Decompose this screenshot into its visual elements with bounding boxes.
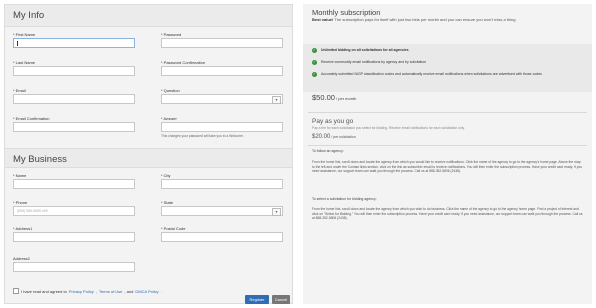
first-name-group: * First Name — [13, 32, 135, 48]
password-confirm-group: * Password Confirmation — [161, 60, 283, 76]
postal-code-group: * Postal Code — [161, 226, 283, 242]
city-input[interactable] — [161, 179, 283, 189]
answer-group: * Answer This changes your password will… — [161, 116, 283, 138]
check-circle-icon: ✓ — [312, 60, 317, 65]
divider — [308, 145, 587, 146]
email-confirm-input[interactable] — [13, 122, 135, 132]
email-input[interactable] — [13, 94, 135, 104]
pay-as-you-go-price: $20.00 / per solicitation — [312, 134, 356, 140]
chevron-down-icon: ▾ — [272, 96, 281, 104]
email-group: * Email — [13, 88, 135, 104]
pay-price-amount: $20.00 — [312, 134, 331, 140]
feature-list: ✓ Unlimited bidding on all solicitations… — [303, 44, 592, 92]
follow-agency-text: From the home link, scroll down and loca… — [312, 160, 583, 174]
password-group: * Password — [161, 32, 283, 48]
terms-of-use-link[interactable]: Terms of Use — [99, 289, 123, 294]
check-circle-icon: ✓ — [312, 72, 317, 77]
password-confirm-input[interactable] — [161, 66, 283, 76]
feature-text: Unlimited bidding on all solicitations f… — [321, 48, 409, 52]
address2-label: Address2 — [13, 256, 30, 261]
pricing-panel: Monthly subscription Best value! The sub… — [303, 4, 592, 304]
address2-group: Address2 — [13, 256, 135, 272]
feature-text: Receive commodity email notifications by… — [321, 60, 427, 64]
answer-input[interactable] — [161, 122, 283, 132]
subscription-intro: Best value! The subscription pays for it… — [312, 17, 584, 22]
feature-item: ✓ Receive commodity email notifications … — [312, 60, 582, 65]
city-group: * City — [161, 173, 283, 189]
follow-agency-heading: To follow an agency: — [312, 149, 344, 153]
divider — [308, 112, 587, 113]
address1-input[interactable] — [13, 232, 135, 242]
postal-code-label: * Postal Code — [161, 226, 186, 231]
first-name-input[interactable] — [13, 38, 135, 48]
answer-hint: This changes your password will take you… — [161, 134, 244, 138]
subscription-price-unit: / per month — [334, 96, 357, 101]
last-name-input[interactable] — [13, 66, 135, 76]
address2-input[interactable] — [13, 262, 135, 272]
subscription-price: $50.00 / per month — [312, 93, 356, 102]
select-solicitation-heading: To select a solicitation for bidding age… — [312, 197, 377, 201]
agreement-sep: , — [95, 288, 97, 294]
pay-price-unit: / per solicitation — [330, 135, 356, 139]
check-circle-icon: ✓ — [312, 48, 317, 53]
registration-form: My Info * First Name * Password * Last N… — [4, 4, 293, 304]
subscription-intro-text: The subscription pays for itself with ju… — [333, 17, 517, 22]
city-label: * City — [161, 173, 171, 178]
email-confirm-group: * Email Confirmation — [13, 116, 135, 132]
register-button[interactable]: Register — [245, 295, 269, 304]
agreement-row: I have read and agreed to Privacy Policy… — [13, 288, 162, 294]
business-name-label: * Name — [13, 173, 27, 178]
select-solicitation-text: From the home link, scroll down and loca… — [312, 207, 583, 221]
best-value-label: Best value! — [312, 17, 334, 22]
question-label: * Question — [161, 88, 180, 93]
phone-group: * Phone (555) 555-5555 x99 — [13, 200, 135, 216]
privacy-policy-link[interactable]: Privacy Policy — [69, 289, 94, 294]
feature-item: ✓ Accurately submitted NIGP classificati… — [312, 72, 582, 77]
pay-as-you-go-subtitle: Pay a fee for each solicitation you sele… — [312, 126, 465, 130]
state-label: * State — [161, 200, 174, 205]
agree-checkbox[interactable] — [13, 288, 19, 294]
agreement-suffix: . — [160, 288, 162, 294]
first-name-label: * First Name — [13, 32, 36, 37]
state-group: * State ▾ — [161, 200, 283, 216]
pay-as-you-go-title: Pay as you go — [312, 118, 354, 125]
address1-label: * Address1 — [13, 226, 33, 231]
question-select[interactable]: ▾ — [161, 94, 283, 104]
last-name-label: * Last Name — [13, 60, 36, 65]
last-name-group: * Last Name — [13, 60, 135, 76]
text-caret — [17, 41, 18, 46]
my-business-heading: My Business — [5, 148, 292, 168]
password-confirm-label: * Password Confirmation — [161, 60, 206, 65]
business-name-group: * Name — [13, 173, 135, 189]
postal-code-input[interactable] — [161, 232, 283, 242]
question-group: * Question ▾ — [161, 88, 283, 104]
my-info-heading: My Info — [5, 5, 292, 27]
phone-input[interactable]: (555) 555-5555 x99 — [13, 206, 135, 216]
dmca-policy-link[interactable]: DMCA Policy — [135, 289, 158, 294]
password-label: * Password — [161, 32, 182, 37]
state-select[interactable]: ▾ — [161, 206, 283, 216]
feature-text: Accurately submitted NIGP classification… — [321, 72, 542, 76]
password-input[interactable] — [161, 38, 283, 48]
subscription-title: Monthly subscription — [312, 8, 381, 17]
chevron-down-icon: ▾ — [272, 208, 281, 216]
agreement-and: , and — [124, 288, 134, 294]
address1-group: * Address1 — [13, 226, 135, 242]
feature-item: ✓ Unlimited bidding on all solicitations… — [312, 48, 582, 53]
cancel-button[interactable]: Cancel — [272, 295, 290, 304]
phone-label: * Phone — [13, 200, 28, 205]
subscription-price-amount: $50.00 — [312, 93, 335, 102]
business-name-input[interactable] — [13, 179, 135, 189]
email-label: * Email — [13, 88, 26, 93]
agreement-prefix: I have read and agreed to — [21, 288, 67, 294]
answer-label: * Answer — [161, 116, 177, 121]
email-confirm-label: * Email Confirmation — [13, 116, 50, 121]
